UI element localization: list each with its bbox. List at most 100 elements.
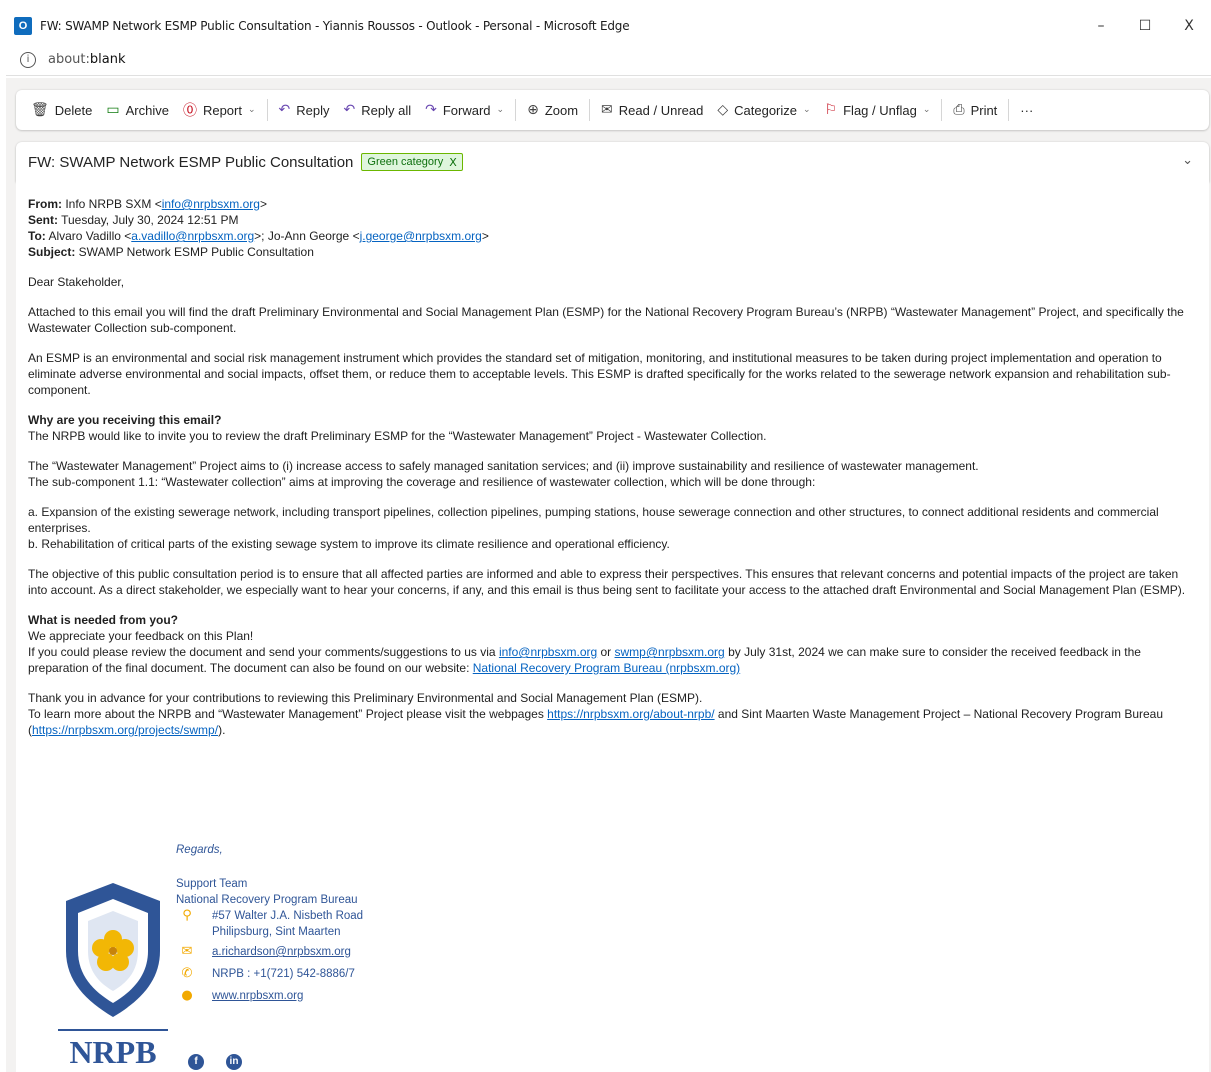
categorize-label: Categorize bbox=[734, 102, 797, 118]
info-email-link[interactable]: info@nrpbsxm.org bbox=[499, 645, 597, 659]
globe-icon: ● bbox=[181, 988, 193, 1003]
to-separator: >; Jo-Ann George < bbox=[254, 229, 360, 243]
from-email-link[interactable]: info@nrpbsxm.org bbox=[162, 197, 260, 211]
url-scheme: about: bbox=[48, 52, 90, 67]
close-icon[interactable]: X bbox=[449, 156, 457, 169]
sent-line: Sent: Tuesday, July 30, 2024 12:51 PM bbox=[28, 212, 1197, 228]
delete-button[interactable]: 🗑 Delete bbox=[24, 94, 99, 126]
list-item: a. Expansion of the existing sewerage ne… bbox=[28, 505, 1159, 535]
flag-label: Flag / Unflag bbox=[843, 102, 917, 118]
window-controls: – ☐ X bbox=[1079, 8, 1211, 44]
project-link[interactable]: https://nrpbsxm.org/projects/swmp/ bbox=[32, 723, 218, 737]
more-icon: ··· bbox=[1020, 102, 1034, 118]
read-unread-button[interactable]: ✉ Read / Unread bbox=[594, 94, 710, 126]
to-line: To: Alvaro Vadillo <a.vadillo@nrpbsxm.or… bbox=[28, 228, 1197, 244]
from-label: From: bbox=[28, 197, 62, 211]
zoom-button[interactable]: ⊕ Zoom bbox=[520, 94, 585, 126]
category-tag[interactable]: Green category X bbox=[361, 153, 463, 171]
info-icon[interactable]: i bbox=[20, 51, 36, 68]
signature-regards: Regards, bbox=[176, 844, 223, 856]
read-unread-label: Read / Unread bbox=[618, 102, 704, 118]
sent-value: Tuesday, July 30, 2024 12:51 PM bbox=[58, 213, 239, 227]
archive-icon: ▭ bbox=[106, 102, 120, 118]
website-link[interactable]: National Recovery Program Bureau (nrpbsx… bbox=[473, 661, 740, 675]
from-name: Info NRPB SXM < bbox=[62, 197, 162, 211]
text-run: or bbox=[597, 645, 615, 659]
phone-icon: ✆ bbox=[181, 966, 193, 981]
minimize-button[interactable]: – bbox=[1079, 8, 1123, 44]
list-item: b. Rehabilitation of critical parts of t… bbox=[28, 537, 670, 551]
flag-button[interactable]: ⚐ Flag / Unflag ⌄ bbox=[818, 94, 938, 126]
paragraph: To learn more about the NRPB and “Wastew… bbox=[28, 706, 1197, 738]
trash-icon: 🗑 bbox=[31, 102, 49, 118]
toolbar-divider bbox=[589, 99, 591, 121]
chevron-down-icon[interactable]: ⌄ bbox=[803, 105, 811, 115]
section-heading: Why are you receiving this email? bbox=[28, 413, 222, 427]
from-end: > bbox=[259, 197, 267, 211]
paragraph: We appreciate your feedback on this Plan… bbox=[28, 629, 254, 643]
chevron-down-icon[interactable]: ⌄ bbox=[923, 105, 931, 115]
to-email-link[interactable]: j.george@nrpbsxm.org bbox=[360, 229, 482, 243]
reply-all-button[interactable]: ↶ Reply all bbox=[337, 94, 419, 126]
facebook-icon[interactable]: f bbox=[188, 1054, 204, 1070]
message-subject-bar: FW: SWAMP Network ESMP Public Consultati… bbox=[16, 142, 1209, 182]
flag-icon: ⚐ bbox=[824, 102, 838, 118]
archive-label: Archive bbox=[125, 102, 169, 118]
chevron-down-icon[interactable]: ⌄ bbox=[497, 105, 505, 115]
phone-row: ✆ NRPB : +1(721) 542-8886/7 bbox=[176, 966, 363, 982]
address-bar[interactable]: i about:blank bbox=[6, 44, 1211, 76]
nrpb-logo: NRPB bbox=[58, 883, 168, 1067]
forward-icon: ↷ bbox=[425, 102, 437, 118]
swmp-email-link[interactable]: swmp@nrpbsxm.org bbox=[615, 645, 725, 659]
print-button[interactable]: ⎙ Print bbox=[946, 94, 1004, 126]
toolbar-divider bbox=[266, 99, 268, 121]
categorize-button[interactable]: ◇ Categorize ⌄ bbox=[710, 94, 817, 126]
maximize-button[interactable]: ☐ bbox=[1123, 8, 1167, 44]
email-row: ✉ a.richardson@nrpbsxm.org bbox=[176, 944, 363, 960]
signature-email-link[interactable]: a.richardson@nrpbsxm.org bbox=[212, 944, 351, 960]
paragraph: The objective of this public consultatio… bbox=[28, 567, 1186, 597]
chevron-down-icon[interactable]: ⌄ bbox=[248, 105, 256, 115]
outlook-icon: O bbox=[14, 17, 32, 35]
envelope-open-icon: ✉ bbox=[601, 102, 613, 118]
signature-address: #57 Walter J.A. Nisbeth Road Philipsburg,… bbox=[212, 908, 363, 940]
to-name: Alvaro Vadillo < bbox=[45, 229, 132, 243]
chevron-down-icon[interactable]: ⌄ bbox=[1182, 153, 1193, 168]
category-label: Green category bbox=[367, 156, 444, 168]
text-run: ). bbox=[218, 723, 226, 737]
to-email-link[interactable]: a.vadillo@nrpbsxm.org bbox=[131, 229, 254, 243]
signature-org: National Recovery Program Bureau bbox=[176, 894, 358, 906]
archive-button[interactable]: ▭ Archive bbox=[99, 94, 176, 126]
paragraph: If you could please review the document … bbox=[28, 644, 1197, 676]
url-host: blank bbox=[89, 52, 126, 67]
more-actions-button[interactable]: ··· bbox=[1013, 94, 1040, 126]
print-label: Print bbox=[970, 102, 998, 118]
reply-all-label: Reply all bbox=[361, 102, 412, 118]
location-pin-icon: ⚲ bbox=[182, 908, 192, 923]
logo-text: NRPB bbox=[69, 1034, 156, 1067]
url-text[interactable]: about:blank bbox=[48, 52, 126, 67]
signature-text: Regards, Support Team National Recovery … bbox=[176, 842, 363, 1004]
section-heading: What is needed from you? bbox=[28, 613, 179, 627]
signature-website-link[interactable]: www.nrpbsxm.org bbox=[212, 988, 303, 1004]
email-icon: ✉ bbox=[181, 944, 193, 959]
signature: NRPB Regards, Support Team National Reco… bbox=[28, 842, 528, 1072]
paragraph: An ESMP is an environmental and social r… bbox=[28, 351, 1171, 397]
reply-button[interactable]: ↶ Reply bbox=[272, 94, 337, 126]
delete-label: Delete bbox=[54, 102, 93, 118]
about-link[interactable]: https://nrpbsxm.org/about-nrpb/ bbox=[547, 707, 714, 721]
paragraph: Thank you in advance for your contributi… bbox=[28, 691, 703, 705]
linkedin-icon[interactable]: in bbox=[226, 1054, 242, 1070]
from-line: From: Info NRPB SXM <info@nrpbsxm.org> bbox=[28, 196, 1197, 212]
paragraph: The sub-component 1.1: “Wastewater colle… bbox=[28, 475, 816, 489]
zoom-icon: ⊕ bbox=[527, 102, 539, 118]
message-subject: FW: SWAMP Network ESMP Public Consultati… bbox=[28, 153, 354, 171]
report-button[interactable]: ⓪ Report ⌄ bbox=[176, 94, 263, 126]
signature-team: Support Team bbox=[176, 878, 248, 890]
signature-phone: NRPB : +1(721) 542-8886/7 bbox=[212, 968, 355, 980]
close-button[interactable]: X bbox=[1167, 8, 1211, 44]
greeting: Dear Stakeholder, bbox=[28, 275, 125, 289]
reply-all-icon: ↶ bbox=[343, 102, 356, 118]
forward-button[interactable]: ↷ Forward ⌄ bbox=[418, 94, 511, 126]
reply-icon: ↶ bbox=[278, 102, 291, 118]
